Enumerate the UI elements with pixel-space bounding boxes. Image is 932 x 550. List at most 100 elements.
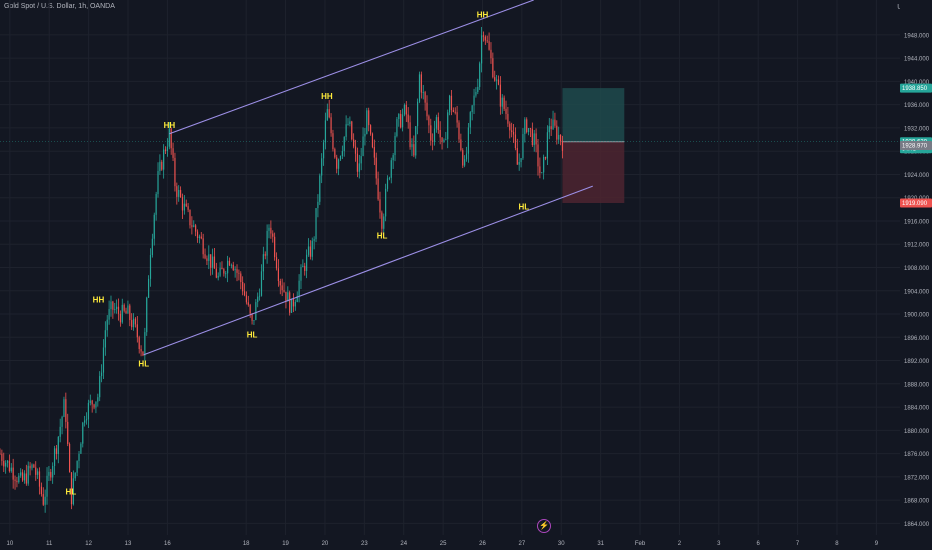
price-tick-label: 1936.000 xyxy=(904,103,930,109)
price-tick-label: 1884.000 xyxy=(904,406,930,412)
target-zone xyxy=(562,88,625,142)
swing-label: HH xyxy=(477,10,489,19)
candle-body xyxy=(202,238,204,255)
candle-body xyxy=(482,35,485,37)
candle-body xyxy=(172,148,174,158)
candlesticks xyxy=(0,26,564,513)
price-tick-label: 1896.000 xyxy=(904,336,930,342)
candle-body xyxy=(433,128,436,142)
candle-body xyxy=(505,108,507,114)
candle-body xyxy=(114,309,116,310)
candle-body xyxy=(473,95,475,106)
candle-body xyxy=(319,175,321,202)
candle-body xyxy=(409,122,411,148)
candle-body xyxy=(46,475,48,497)
candle-body xyxy=(283,290,285,292)
candle-body xyxy=(245,295,248,303)
candle-body xyxy=(336,157,338,169)
candle-body xyxy=(509,123,511,131)
candle-body xyxy=(211,256,214,268)
candle-body xyxy=(561,141,564,151)
candle-body xyxy=(441,137,443,142)
candle-body xyxy=(268,227,270,231)
candle-body xyxy=(306,254,308,271)
candle-body xyxy=(354,146,357,154)
candle-body xyxy=(168,128,170,147)
time-tick-label: 26 xyxy=(479,541,486,547)
candle-body xyxy=(445,139,447,141)
swing-label: HL xyxy=(377,231,388,240)
candle-body xyxy=(400,113,402,128)
candle-body xyxy=(125,310,127,314)
candle-body xyxy=(503,97,505,109)
price-tick-label: 1924.000 xyxy=(904,173,930,179)
swing-label: HL xyxy=(247,330,258,339)
candle-body xyxy=(520,158,522,163)
swing-label: HH xyxy=(321,92,333,101)
candle-body xyxy=(249,304,251,314)
candle-body xyxy=(462,150,464,166)
candle-body xyxy=(140,348,142,352)
candle-body xyxy=(132,318,135,328)
candle-body xyxy=(307,246,310,255)
channel-line-upper xyxy=(169,0,534,135)
candle-body xyxy=(191,225,193,227)
candle-body xyxy=(304,265,306,271)
candle-body xyxy=(230,264,232,266)
price-tick-label: 1948.000 xyxy=(904,33,930,39)
candle-body xyxy=(117,306,120,314)
candle-body xyxy=(227,260,229,274)
candle-body xyxy=(368,110,370,126)
candle-body xyxy=(383,216,385,229)
candle-body xyxy=(206,258,208,261)
candle-body xyxy=(392,155,394,161)
candle-body xyxy=(334,149,336,158)
time-tick-label: 16 xyxy=(164,541,171,547)
candle-body xyxy=(82,422,84,444)
candle-body xyxy=(479,63,481,87)
time-tick-label: 20 xyxy=(322,541,329,547)
candle-body xyxy=(38,471,41,487)
price-label-text: 1938.850 xyxy=(902,86,928,92)
candle-body xyxy=(119,313,121,323)
candle-body xyxy=(210,254,212,268)
swing-label: HL xyxy=(66,487,77,496)
candle-body xyxy=(531,128,533,146)
candle-body xyxy=(490,49,492,59)
candle-body xyxy=(439,129,441,138)
candle-body xyxy=(129,305,131,321)
candle-body xyxy=(401,114,404,128)
candle-body xyxy=(116,306,118,310)
candle-body xyxy=(33,464,35,468)
candle-body xyxy=(42,494,44,505)
candle-body xyxy=(148,278,150,298)
time-tick-label: 24 xyxy=(400,541,407,547)
candle-body xyxy=(403,104,406,115)
candle-body xyxy=(326,109,328,121)
candle-body xyxy=(499,84,501,107)
candle-body xyxy=(467,127,469,154)
candle-body xyxy=(292,298,295,307)
candle-body xyxy=(544,156,547,159)
candle-body xyxy=(142,351,144,356)
time-tick-label: 19 xyxy=(282,541,289,547)
candle-body xyxy=(69,443,71,473)
candle-body xyxy=(12,467,14,480)
price-chart[interactable]: HL HH HL HH HL HH HL HH HL 1864.000 1868.000 1872.… xyxy=(0,0,932,550)
candle-body xyxy=(97,397,99,402)
candle-body xyxy=(353,139,355,147)
candle-body xyxy=(339,156,342,160)
candle-body xyxy=(243,291,246,296)
candle-body xyxy=(390,160,392,178)
swing-label: HH xyxy=(164,121,176,130)
candle-body xyxy=(541,172,543,174)
time-axis-bg xyxy=(0,535,932,550)
time-axis: 10 11 12 13 16 18 19 20 23 24 25 26 27 30 31 Feb 2 3 6 7 8 9 xyxy=(0,535,932,550)
candle-body xyxy=(14,479,16,481)
candle-body xyxy=(458,122,460,140)
price-tick-label: 1892.000 xyxy=(904,359,930,365)
lightning-icon[interactable]: ⚡ xyxy=(537,519,551,533)
candle-body xyxy=(411,144,413,148)
candle-body xyxy=(548,126,550,133)
candle-body xyxy=(221,267,223,270)
